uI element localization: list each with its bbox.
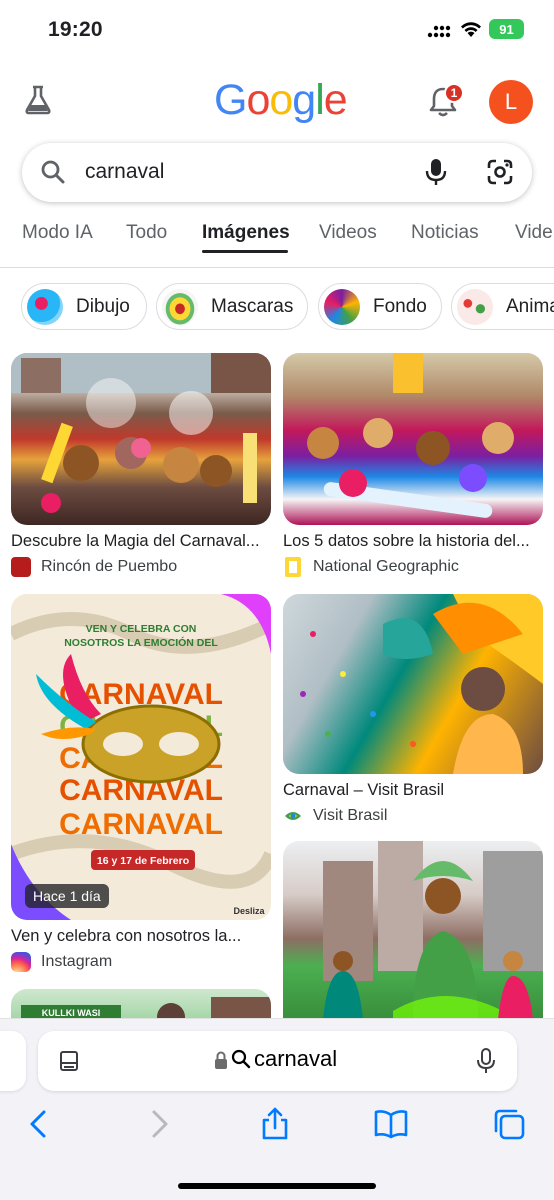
logo-letter: l bbox=[315, 76, 325, 124]
instagram-icon bbox=[11, 952, 31, 972]
notification-badge: 1 bbox=[444, 83, 464, 103]
address-bar[interactable]: carnaval bbox=[38, 1031, 517, 1091]
image-result-4[interactable]: Carnaval – Visit Brasil Visit Brasil bbox=[283, 594, 543, 826]
visit-brasil-favicon-icon bbox=[285, 812, 301, 820]
rincon-favicon-icon bbox=[11, 557, 31, 577]
result-image bbox=[283, 841, 543, 1019]
chip-label: Fondo bbox=[373, 295, 427, 317]
chip-dibujo[interactable]: Dibujo bbox=[21, 283, 147, 330]
poster-word-5: CARNAVAL bbox=[59, 808, 223, 841]
result-title[interactable]: Ven y celebra con nosotros la... bbox=[11, 927, 273, 946]
crowd-illustration bbox=[11, 353, 271, 513]
poster-top-line-1: VEN Y CELEBRA CON bbox=[86, 623, 197, 635]
chip-label: Mascaras bbox=[211, 295, 294, 317]
chip-thumbnail bbox=[457, 288, 493, 325]
chip-fondo[interactable]: Fondo bbox=[318, 283, 442, 330]
wifi-icon bbox=[461, 22, 481, 37]
status-time: 19:20 bbox=[48, 18, 103, 41]
browser-toolbar: carnaval bbox=[0, 1018, 554, 1200]
image-result-6[interactable]: KULLKI WASI bbox=[11, 989, 271, 1019]
battery-level: 91 bbox=[499, 21, 514, 37]
home-indicator[interactable] bbox=[178, 1183, 376, 1189]
forward-icon[interactable] bbox=[142, 1107, 176, 1141]
result-source[interactable]: National Geographic bbox=[283, 557, 459, 577]
carnaval-poster: VEN Y CELEBRA CON NOSOTROS LA EMOCIÓN DE… bbox=[11, 594, 271, 920]
image-result-2[interactable]: Los 5 datos sobre la historia del... Nat… bbox=[283, 353, 543, 583]
source-name: Visit Brasil bbox=[313, 807, 388, 824]
result-title[interactable]: Descubre la Magia del Carnaval... bbox=[11, 532, 273, 551]
back-icon[interactable] bbox=[22, 1107, 56, 1141]
result-title[interactable]: Los 5 datos sobre la historia del... bbox=[283, 532, 545, 551]
tab-videos[interactable]: Videos bbox=[319, 222, 377, 244]
page-menu-icon[interactable] bbox=[58, 1049, 82, 1073]
labs-flask-icon[interactable] bbox=[22, 84, 54, 116]
dancer-illustration bbox=[300, 594, 543, 774]
active-tab-indicator bbox=[202, 250, 288, 253]
result-image: VEN Y CELEBRA CON NOSOTROS LA EMOCIÓN DE… bbox=[11, 594, 271, 920]
street-sign-illustration: KULLKI WASI bbox=[21, 997, 271, 1019]
chip-label: Dibujo bbox=[76, 295, 130, 317]
google-lens-camera-icon[interactable] bbox=[486, 158, 514, 186]
result-source[interactable]: Instagram bbox=[11, 952, 112, 972]
natgeo-favicon-icon bbox=[285, 557, 301, 577]
chip-label: Anima bbox=[506, 295, 554, 317]
source-name: National Geographic bbox=[313, 558, 459, 575]
previous-tab-preview[interactable] bbox=[0, 1031, 26, 1091]
search-tabs: Modo IA Todo Imágenes Videos Noticias Vi… bbox=[0, 214, 554, 268]
logo-letter: o bbox=[269, 76, 293, 124]
result-title[interactable]: Carnaval – Visit Brasil bbox=[283, 781, 545, 800]
tab-modo-ia[interactable]: Modo IA bbox=[22, 222, 93, 244]
source-name: Rincón de Puembo bbox=[41, 558, 178, 575]
chip-animado[interactable]: Anima bbox=[451, 283, 554, 330]
image-result-1[interactable]: Descubre la Magia del Carnaval... Rincón… bbox=[11, 353, 271, 583]
logo-letter: G bbox=[214, 76, 247, 124]
poster-top-line-2: NOSOTROS LA EMOCIÓN DEL bbox=[64, 636, 218, 649]
chip-mascaras[interactable]: Mascaras bbox=[156, 283, 308, 330]
image-result-3[interactable]: VEN Y CELEBRA CON NOSOTROS LA EMOCIÓN DE… bbox=[11, 594, 271, 974]
tabs-overview-icon[interactable] bbox=[492, 1107, 526, 1141]
sign-text: KULLKI WASI bbox=[42, 1008, 101, 1018]
tab-videos-2[interactable]: Vide bbox=[515, 222, 553, 244]
cellular-signal-icon bbox=[427, 25, 451, 38]
crowd-illustration bbox=[307, 353, 514, 518]
logo-letter: o bbox=[246, 76, 270, 124]
result-image bbox=[11, 353, 271, 525]
tab-imagenes[interactable]: Imágenes bbox=[202, 222, 290, 244]
status-bar: 19:20 91 bbox=[0, 0, 554, 60]
result-source[interactable]: Rincón de Puembo bbox=[11, 557, 177, 577]
lock-icon bbox=[215, 1051, 227, 1069]
street-parade-illustration bbox=[323, 841, 543, 1019]
tab-todo[interactable]: Todo bbox=[126, 222, 167, 244]
google-logo: Google bbox=[214, 76, 348, 125]
battery-indicator: 91 bbox=[489, 19, 524, 39]
logo-letter: e bbox=[323, 76, 348, 124]
search-icon bbox=[231, 1049, 251, 1069]
image-result-5[interactable] bbox=[283, 841, 543, 1019]
chip-thumbnail bbox=[162, 288, 198, 325]
search-input[interactable]: carnaval bbox=[85, 160, 164, 184]
poster-dates: 16 y 17 de Febrero bbox=[97, 855, 189, 867]
bookmarks-book-icon[interactable] bbox=[374, 1107, 408, 1141]
result-image bbox=[283, 353, 543, 525]
search-bar[interactable]: carnaval bbox=[22, 143, 532, 202]
avatar[interactable]: L bbox=[489, 80, 533, 124]
voice-search-mic-icon[interactable] bbox=[424, 157, 448, 187]
source-name: Instagram bbox=[41, 953, 113, 970]
search-icon bbox=[41, 160, 65, 184]
share-icon[interactable] bbox=[258, 1107, 292, 1141]
dictation-mic-icon[interactable] bbox=[476, 1047, 496, 1075]
result-source[interactable]: Visit Brasil bbox=[283, 806, 387, 826]
tab-noticias[interactable]: Noticias bbox=[411, 222, 479, 244]
result-image: KULLKI WASI bbox=[11, 989, 271, 1019]
chip-thumbnail bbox=[324, 288, 360, 325]
poster-brand: Desliza bbox=[233, 906, 265, 916]
time-badge: Hace 1 día bbox=[25, 884, 109, 908]
url-text[interactable]: carnaval bbox=[254, 1046, 337, 1072]
chip-thumbnail bbox=[27, 288, 63, 325]
logo-letter: g bbox=[292, 76, 316, 124]
result-image bbox=[283, 594, 543, 774]
